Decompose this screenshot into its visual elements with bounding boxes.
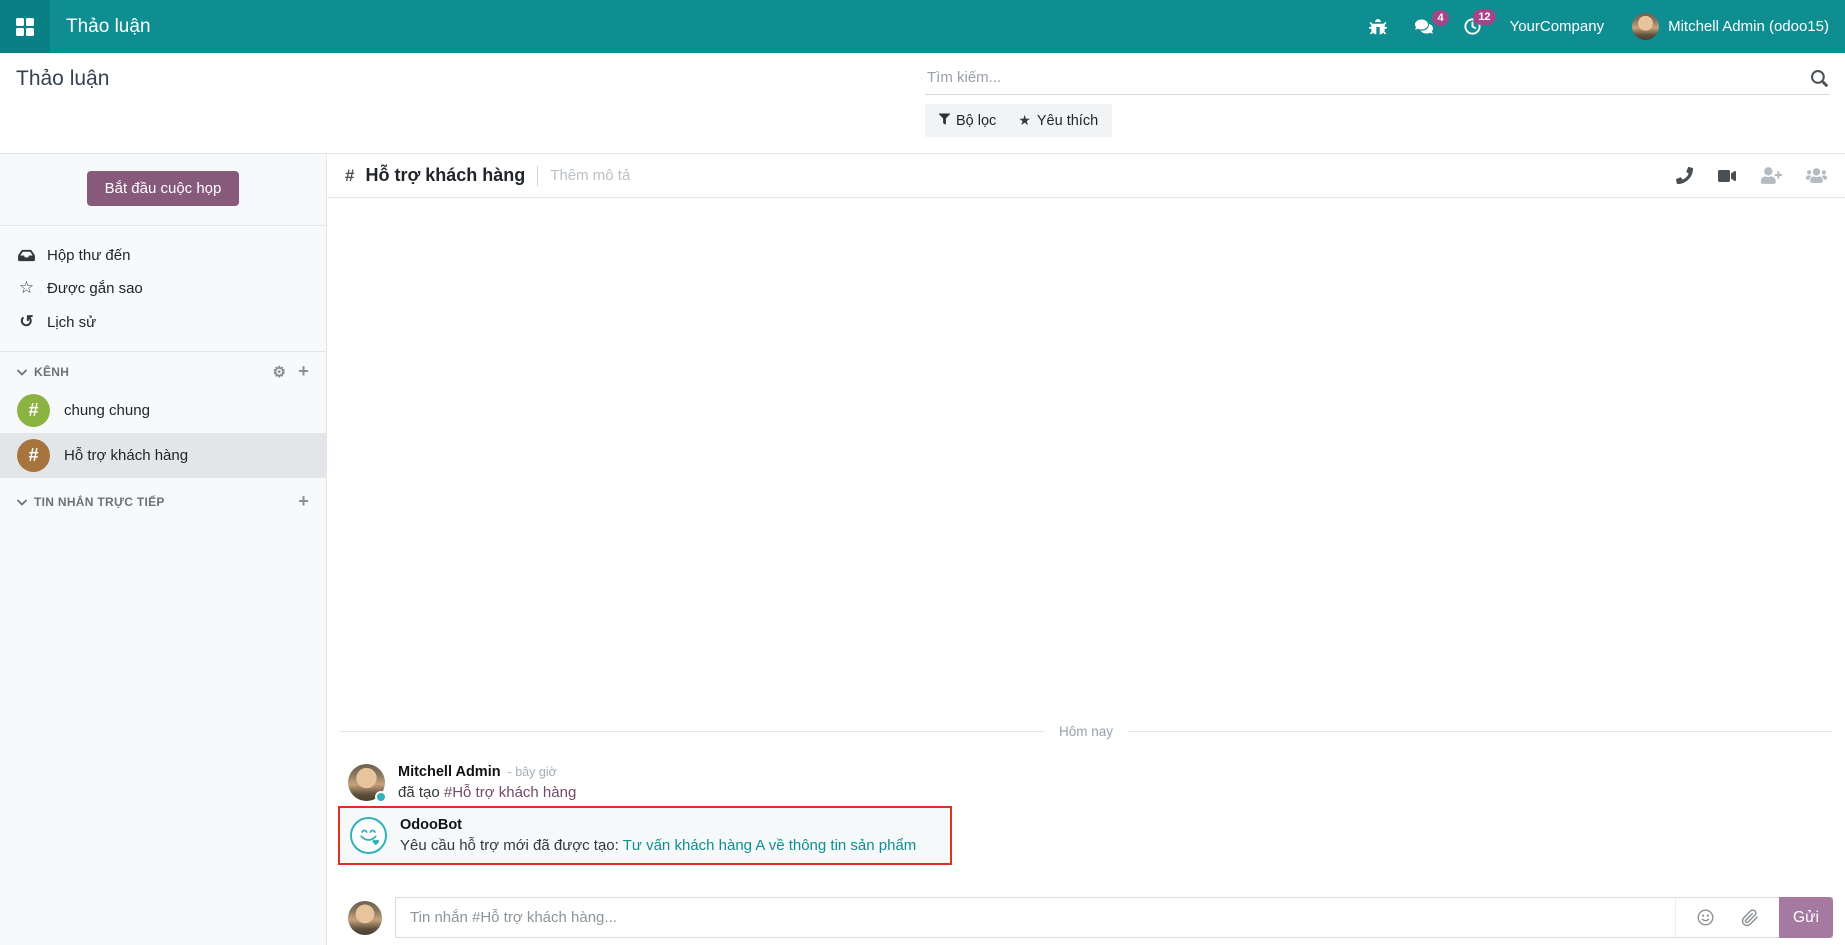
discuss-sidebar: Bắt đầu cuộc họp Hộp thư đến ☆ Được gắn … — [0, 153, 327, 945]
sidebar-channel-support[interactable]: # Hỗ trợ khách hàng — [0, 433, 326, 478]
filter-bar: Bộ lọc ★ Yêu thích — [925, 104, 1112, 137]
add-direct-message-button[interactable]: + — [298, 492, 309, 510]
message-input[interactable] — [396, 898, 1675, 937]
navbar-right: 4 12 YourCompany Mitchell Admin (odoo15) — [1369, 13, 1845, 40]
channel-mention-link[interactable]: #Hỗ trợ khách hàng — [444, 784, 576, 801]
channel-title[interactable]: Hỗ trợ khách hàng — [365, 165, 525, 186]
inbox-icon — [17, 248, 36, 263]
attachment-paperclip-icon[interactable] — [1741, 909, 1759, 927]
sidebar-item-inbox[interactable]: Hộp thư đến — [0, 240, 326, 271]
message-row: OdooBot Yêu cầu hỗ trợ mới đã được tạo: … — [348, 813, 942, 858]
odoobot-avatar[interactable] — [350, 817, 387, 854]
bug-icon — [1369, 18, 1387, 36]
message-body: Yêu cầu hỗ trợ mới đã được tạo: Tư vấn k… — [400, 837, 916, 854]
add-member-icon[interactable] — [1761, 167, 1782, 184]
chevron-down-icon[interactable] — [17, 365, 27, 379]
channels-section-header: KÊNH ⚙ + — [0, 352, 326, 388]
star-outline-icon: ☆ — [17, 278, 36, 298]
control-panel: Thảo luận Bộ lọc ★ Yêu thích — [0, 53, 1845, 153]
discuss-app: Thảo luận 4 12 YourCompany — [0, 0, 1845, 945]
sidebar-channel-general[interactable]: # chung chung — [0, 388, 326, 433]
start-meeting-button[interactable]: Bắt đầu cuộc họp — [87, 171, 240, 206]
direct-messages-section-header: TIN NHẮN TRỰC TIẾP + — [0, 482, 326, 518]
search-icon[interactable] — [1811, 70, 1828, 92]
add-description-placeholder[interactable]: Thêm mô tả — [550, 167, 630, 184]
apps-grid-icon — [16, 18, 34, 36]
user-avatar — [1632, 13, 1659, 40]
date-divider: Hôm nay — [339, 724, 1833, 739]
message-author[interactable]: Mitchell Admin — [398, 764, 501, 780]
user-name: Mitchell Admin (odoo15) — [1668, 18, 1829, 35]
search-area: Bộ lọc ★ Yêu thích — [925, 61, 1830, 137]
filters-button[interactable]: Bộ lọc — [939, 113, 996, 129]
composer-avatar — [348, 901, 382, 935]
channel-header: # Hỗ trợ khách hàng Thêm mô tả — [327, 154, 1845, 198]
channel-avatar: # — [17, 439, 50, 472]
sidebar-item-label: Lịch sử — [47, 314, 96, 331]
top-navbar: Thảo luận 4 12 YourCompany — [0, 0, 1845, 53]
sidebar-item-history[interactable]: ↺ Lịch sử — [0, 305, 326, 339]
favorites-button[interactable]: ★ Yêu thích — [1018, 112, 1098, 129]
breadcrumb: Thảo luận — [16, 67, 109, 91]
app-title[interactable]: Thảo luận — [66, 16, 151, 38]
divider — [537, 166, 538, 186]
star-icon: ★ — [1018, 112, 1031, 129]
user-menu[interactable]: Mitchell Admin (odoo15) — [1632, 13, 1829, 40]
start-video-call-icon[interactable] — [1717, 168, 1737, 184]
message-body: đã tạo #Hỗ trợ khách hàng — [398, 784, 576, 801]
apps-menu-button[interactable] — [0, 0, 50, 53]
favorites-label: Yêu thích — [1037, 113, 1098, 129]
channel-avatar: # — [17, 394, 50, 427]
message-row: Mitchell Admin - bây giờ đã tạo #Hỗ trợ … — [348, 759, 1833, 806]
message-thread: Hôm nay Mitchell Admin - bây giờ đ — [327, 198, 1845, 897]
annotation-highlight-box: OdooBot Yêu cầu hỗ trợ mới đã được tạo: … — [338, 806, 952, 865]
sidebar-item-label: Hộp thư đến — [47, 247, 130, 264]
send-button[interactable]: Gửi — [1779, 897, 1833, 938]
add-channel-button[interactable]: + — [298, 362, 309, 380]
start-call-phone-icon[interactable] — [1676, 167, 1693, 184]
filter-funnel-icon — [939, 113, 950, 129]
message-composer: Gửi — [327, 897, 1845, 945]
filters-label: Bộ lọc — [956, 113, 996, 129]
messages-count-badge: 4 — [1432, 10, 1448, 26]
members-list-icon[interactable] — [1806, 167, 1827, 184]
messages-menu-button[interactable]: 4 — [1415, 18, 1435, 35]
message-author[interactable]: OdooBot — [400, 817, 462, 833]
sidebar-item-label: Được gắn sao — [47, 280, 143, 297]
hash-icon: # — [345, 166, 354, 186]
support-request-link[interactable]: Tư vấn khách hàng A về thông tin sản phẩ… — [623, 837, 917, 854]
activities-count-badge: 12 — [1473, 9, 1495, 25]
debug-menu-button[interactable] — [1369, 18, 1387, 36]
message-timestamp: - bây giờ — [508, 765, 557, 779]
channel-settings-gear-icon[interactable]: ⚙ — [272, 365, 286, 380]
sidebar-item-starred[interactable]: ☆ Được gắn sao — [0, 271, 326, 305]
online-status-dot — [375, 791, 387, 803]
search-input[interactable] — [925, 61, 1830, 94]
chat-panel: # Hỗ trợ khách hàng Thêm mô tả — [327, 153, 1845, 945]
activities-menu-button[interactable]: 12 — [1463, 17, 1482, 36]
message-author-avatar[interactable] — [348, 764, 385, 801]
history-icon: ↺ — [17, 312, 36, 332]
company-switcher[interactable]: YourCompany — [1510, 18, 1605, 35]
emoji-picker-icon[interactable] — [1696, 908, 1715, 927]
chevron-down-icon[interactable] — [17, 495, 27, 509]
